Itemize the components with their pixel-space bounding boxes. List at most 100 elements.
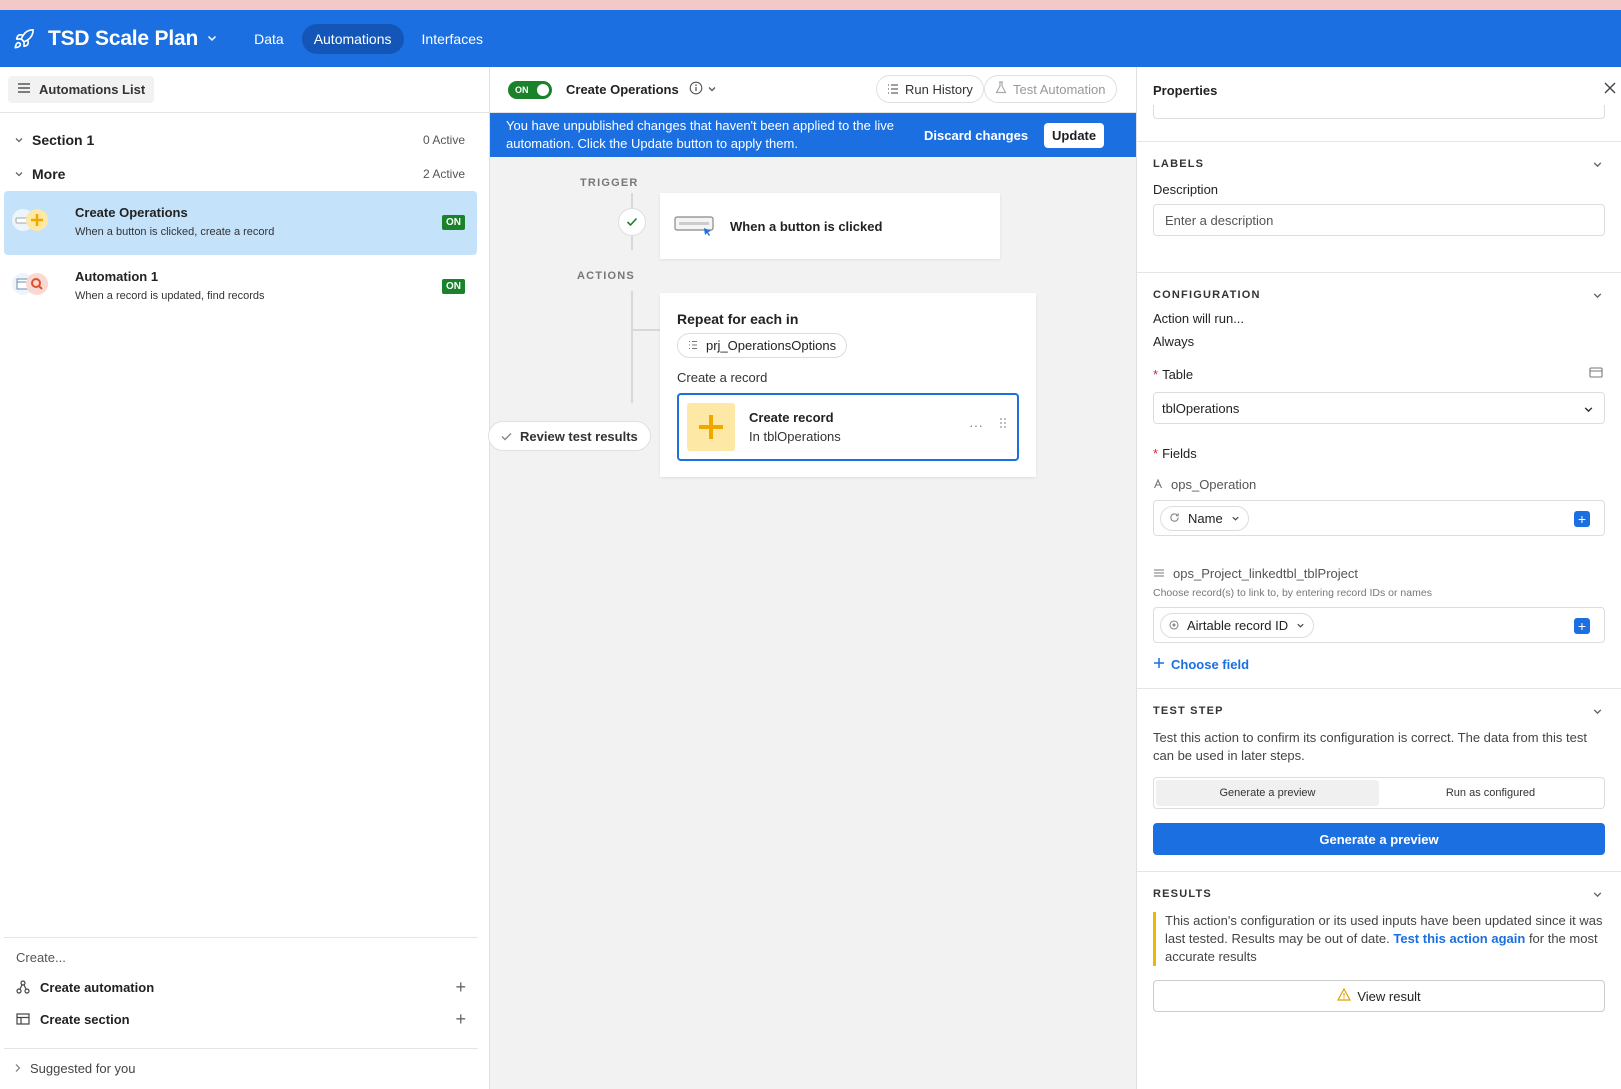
connector-line [631,193,633,209]
repeat-list-pill[interactable]: prj_OperationsOptions [677,333,848,358]
connector-line [631,329,660,331]
section-row[interactable]: Section 1 0 Active [0,123,489,157]
chevron-right-icon [14,1061,22,1076]
suggested-for-you[interactable]: Suggested for you [4,1048,478,1088]
field-ops-operation-input[interactable]: Name + [1153,500,1605,536]
close-icon[interactable] [1603,81,1617,98]
results-section: RESULTS This action's configuration or i… [1137,871,1621,1012]
create-section-label: Create section [40,1011,130,1027]
automations-list-button[interactable]: Automations List [8,76,155,103]
insert-value-button[interactable]: + [1574,511,1590,527]
segment-run-as-configured[interactable]: Run as configured [1379,780,1602,806]
table-preview-icon[interactable] [1589,367,1603,382]
segment-generate-preview[interactable]: Generate a preview [1156,780,1379,806]
action-will-run-label: Action will run... [1153,311,1245,326]
rocket-icon [12,27,36,51]
table-select[interactable]: tblOperations [1153,392,1605,424]
test-step-section: TEST STEP Test this action to confirm it… [1137,688,1621,871]
test-automation-label: Test Automation [1013,81,1106,97]
repeat-title: Repeat for each in [677,311,799,327]
test-mode-segmented: Generate a preview Run as configured [1153,777,1605,809]
field-ops-project-input[interactable]: Airtable record ID + [1153,607,1605,643]
automation-name[interactable]: Create Operations [566,82,679,97]
choose-field-label: Choose field [1171,657,1250,672]
chevron-down-icon [1583,403,1594,418]
beaker-icon [995,81,1007,97]
plus-icon[interactable]: + [455,1009,466,1030]
discard-changes-button[interactable]: Discard changes [924,128,1028,143]
button-trigger-icon [674,214,716,239]
field-name: ops_Project_linkedtbl_tblProject [1173,566,1358,581]
info-dropdown[interactable] [689,81,717,98]
automation-on-toggle[interactable]: ON [508,80,552,99]
create-record-action[interactable]: Create record In tblOperations ··· [677,393,1019,461]
nav-interfaces[interactable]: Interfaces [410,24,495,54]
field-ops-project: ops_Project_linkedtbl_tblProject [1153,566,1605,581]
chevron-down-icon[interactable] [14,167,24,182]
section-row[interactable]: More 2 Active [0,157,489,191]
info-icon [689,81,703,98]
toggle-knob [537,83,549,96]
toggle-label: ON [515,84,529,95]
check-icon [501,429,512,444]
chevron-down-icon[interactable] [14,133,24,148]
create-automation-label: Create automation [40,979,155,995]
menu-icon [17,82,31,97]
chevron-down-icon[interactable] [1592,289,1603,304]
plus-icon [1153,657,1165,672]
trigger-card[interactable]: When a button is clicked [660,193,1000,259]
plus-icon [687,403,735,451]
chevron-down-icon[interactable] [1592,888,1603,903]
review-test-results-button[interactable]: Review test results [488,421,651,451]
automation-subtitle: When a record is updated, find records [75,290,265,302]
sidebar-header: Automations List [0,67,489,113]
insert-value-button[interactable]: + [1574,618,1590,634]
test-again-link[interactable]: Test this action again [1393,931,1525,946]
fields-label: Fields [1162,446,1197,461]
configuration-title: CONFIGURATION [1153,289,1261,301]
connector-line [631,236,633,250]
name-token[interactable]: Name [1160,505,1249,531]
update-button[interactable]: Update [1044,122,1105,148]
required-marker: * [1153,446,1159,461]
generate-preview-button[interactable]: Generate a preview [1153,823,1605,855]
base-title[interactable]: TSD Scale Plan [48,27,198,51]
choose-field-button[interactable]: Choose field [1153,657,1605,672]
trigger-label: TRIGGER [580,177,639,189]
run-history-button[interactable]: Run History [876,75,984,103]
test-automation-button[interactable]: Test Automation [984,75,1117,103]
drag-handle-icon[interactable] [999,417,1007,432]
automation-item-automation-1[interactable]: Automation 1 When a record is updated, f… [4,255,477,319]
repeat-card[interactable]: Repeat for each in prj_OperationsOptions… [660,293,1036,477]
results-title: RESULTS [1153,888,1212,900]
scrolled-field [1153,105,1605,119]
automation-item-create-operations[interactable]: Create Operations When a button is click… [4,191,477,255]
nav-automations[interactable]: Automations [301,23,404,54]
chevron-down-icon[interactable] [1592,158,1603,173]
create-record-title: Create record [749,410,834,425]
run-condition-value[interactable]: Always [1153,334,1605,349]
field-ops-operation: ops_Operation [1153,477,1605,492]
section-active-count: 0 Active [422,133,465,147]
description-input[interactable]: Enter a description [1153,204,1605,236]
chevron-down-icon[interactable] [206,32,218,47]
create-section-button[interactable]: Create section + [16,1003,466,1035]
section-name: More [32,166,66,182]
view-result-button[interactable]: View result [1153,980,1605,1012]
banner-message: You have unpublished changes that haven'… [506,118,894,151]
plus-icon[interactable]: + [455,977,466,998]
token-label: Name [1188,510,1223,526]
nav-data[interactable]: Data [242,24,296,54]
create-automation-button[interactable]: Create automation + [16,971,466,1003]
automation-toolbar: ON Create Operations Run History Test Au… [490,67,1136,113]
create-a-record-label: Create a record [677,370,768,385]
more-icon[interactable]: ··· [969,417,983,433]
chevron-down-icon[interactable] [1592,705,1603,720]
automation-title: Create Operations [75,205,188,220]
airtable-record-id-token[interactable]: Airtable record ID [1160,612,1315,638]
button-plus-icon [10,205,50,235]
view-result-label: View result [1357,988,1421,1004]
on-badge: ON [442,279,465,294]
unpublished-banner: You have unpublished changes that haven'… [490,113,1136,157]
linked-record-icon [1153,566,1165,581]
